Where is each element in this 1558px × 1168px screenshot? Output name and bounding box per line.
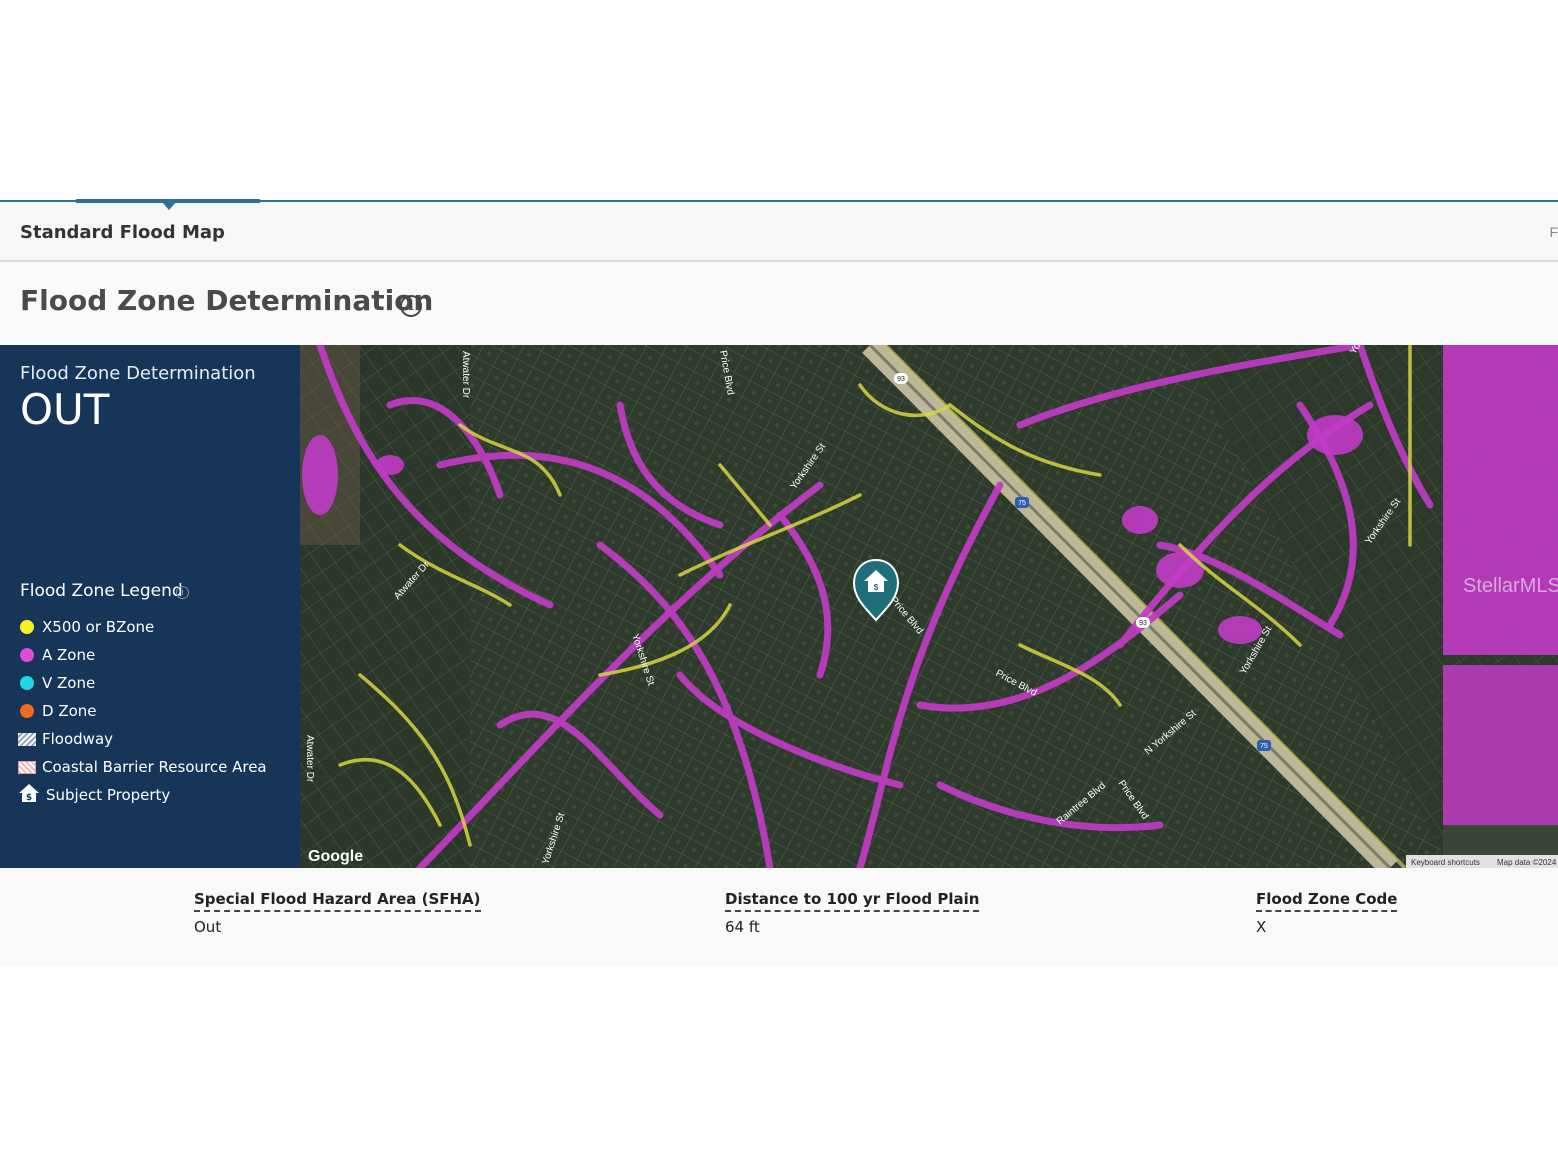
active-tab-caret xyxy=(162,202,176,210)
svg-text:$: $ xyxy=(26,793,32,803)
legend-item-cbra: Coastal Barrier Resource Area xyxy=(18,753,267,781)
yellow-dot-icon xyxy=(20,620,34,634)
zone-code-value: X xyxy=(1256,918,1267,936)
google-logo: Google xyxy=(308,848,363,865)
magenta-dot-icon xyxy=(20,648,34,662)
house-icon: $ xyxy=(18,783,40,807)
page-title: Flood Zone Determination xyxy=(20,284,434,317)
sfha-stat: Special Flood Hazard Area (SFHA) Out xyxy=(194,890,481,936)
keyboard-shortcuts-link[interactable]: Keyboard shortcuts xyxy=(1411,858,1480,867)
svg-text:$: $ xyxy=(874,583,879,592)
legend-item-d-zone: D Zone xyxy=(18,697,267,725)
legend-title: Flood Zone Legend xyxy=(20,581,183,601)
route-shield: 93 xyxy=(894,373,908,384)
svg-text:75: 75 xyxy=(1018,500,1026,507)
route-shield: 75 xyxy=(1015,497,1029,508)
flood-map[interactable]: Atwater Dr Atwater Dr Atwater Dr Price B… xyxy=(300,345,1558,868)
map-canvas[interactable]: Atwater Dr Atwater Dr Atwater Dr Price B… xyxy=(300,345,1558,868)
info-icon[interactable]: i xyxy=(400,295,422,317)
legend-item-a-zone: A Zone xyxy=(18,641,267,669)
legend-label: V Zone xyxy=(42,674,96,692)
distance-stat: Distance to 100 yr Flood Plain 64 ft xyxy=(725,890,980,936)
legend-item-floodway: Floodway xyxy=(18,725,267,753)
svg-text:93: 93 xyxy=(1139,620,1147,627)
hatch-swatch-icon xyxy=(18,732,36,746)
route-shield: 93 xyxy=(1136,617,1150,628)
legend-item-v-zone: V Zone xyxy=(18,669,267,697)
legend-label: A Zone xyxy=(42,646,96,664)
zone-code-stat: Flood Zone Code X xyxy=(1256,890,1398,936)
flood-info-row: Special Flood Hazard Area (SFHA) Out Dis… xyxy=(0,868,1558,966)
legend-label: D Zone xyxy=(42,702,97,720)
legend-label: Subject Property xyxy=(46,786,171,804)
watermark: StellarMLS xyxy=(1463,575,1558,597)
determination-value: OUT xyxy=(20,385,110,434)
legend-list: X500 or BZone A Zone V Zone D Zone Flood… xyxy=(18,613,267,809)
legend-label: Floodway xyxy=(42,730,114,748)
crosshatch-swatch-icon xyxy=(18,760,36,774)
map-data-attribution[interactable]: Map data ©2024 xyxy=(1497,858,1557,867)
tab-next-partial[interactable]: F xyxy=(1549,224,1558,240)
distance-value: 64 ft xyxy=(725,918,760,936)
svg-text:93: 93 xyxy=(897,376,905,383)
street-label: Atwater Dr xyxy=(460,351,471,399)
distance-label[interactable]: Distance to 100 yr Flood Plain xyxy=(725,890,980,912)
tab-bar: Standard Flood Map F xyxy=(0,199,1558,262)
route-shield: 75 xyxy=(1257,740,1271,751)
sfha-label[interactable]: Special Flood Hazard Area (SFHA) xyxy=(194,890,481,912)
sfha-value: Out xyxy=(194,918,222,936)
svg-text:75: 75 xyxy=(1260,743,1268,750)
tab-standard-flood-map[interactable]: Standard Flood Map xyxy=(20,222,225,243)
legend-item-x500: X500 or BZone xyxy=(18,613,267,641)
determination-label: Flood Zone Determination xyxy=(20,363,256,384)
zone-code-label[interactable]: Flood Zone Code xyxy=(1256,890,1398,912)
street-label: Atwater Dr xyxy=(304,735,315,783)
flood-zone-panel: Flood Zone Determination OUT Flood Zone … xyxy=(0,345,300,868)
legend-label: X500 or BZone xyxy=(42,618,155,636)
legend-info-icon[interactable]: i xyxy=(176,586,189,599)
page: Standard Flood Map F Flood Zone Determin… xyxy=(0,0,1558,1168)
orange-dot-icon xyxy=(20,704,34,718)
legend-label: Coastal Barrier Resource Area xyxy=(42,758,267,776)
cyan-dot-icon xyxy=(20,676,34,690)
legend-item-subject-property: $ Subject Property xyxy=(18,781,267,809)
section-heading-band: Flood Zone Determination i xyxy=(0,262,1558,345)
